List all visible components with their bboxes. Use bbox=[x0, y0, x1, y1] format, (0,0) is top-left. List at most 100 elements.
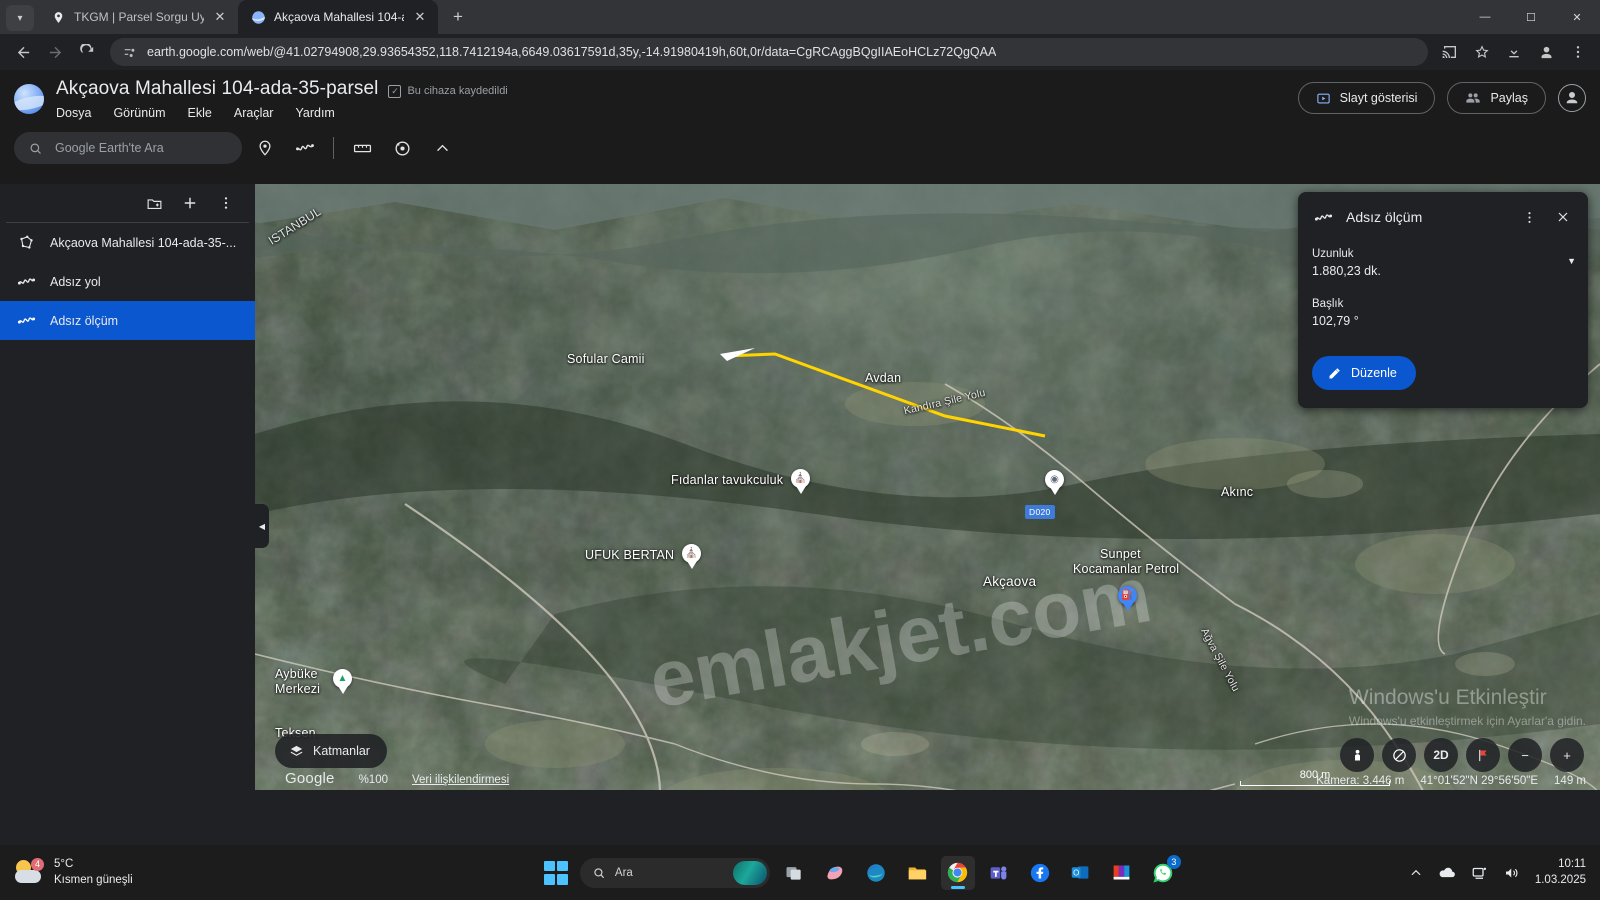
file-explorer-icon[interactable] bbox=[900, 856, 934, 890]
share-button[interactable]: Paylaş bbox=[1447, 82, 1546, 114]
window-controls: — ☐ ✕ bbox=[1462, 0, 1600, 34]
close-window-button[interactable]: ✕ bbox=[1554, 0, 1600, 34]
flag-button[interactable] bbox=[1466, 738, 1500, 772]
checkbox-icon: ✓ bbox=[388, 84, 402, 98]
browser-tab-tkgm[interactable]: TKGM | Parsel Sorgu Uygulama ✕ bbox=[38, 0, 238, 34]
address-bar-url: earth.google.com/web/@41.02794908,29.936… bbox=[147, 45, 997, 59]
cast-icon[interactable] bbox=[1436, 38, 1464, 66]
zoom-in-button[interactable]: + bbox=[1550, 738, 1584, 772]
menu-item-dosya[interactable]: Dosya bbox=[56, 106, 91, 120]
slideshow-button[interactable]: Slayt gösterisi bbox=[1297, 82, 1436, 114]
sidebar-collapse-handle[interactable]: ◀ bbox=[255, 504, 269, 548]
pencil-icon bbox=[1329, 367, 1340, 378]
copilot-icon[interactable] bbox=[818, 856, 852, 890]
poultry-pin[interactable]: ◉ bbox=[1045, 470, 1064, 496]
back-button[interactable] bbox=[8, 37, 38, 67]
data-attribution-link[interactable]: Veri ilişkilendirmesi bbox=[412, 774, 509, 786]
teams-icon[interactable] bbox=[982, 856, 1016, 890]
business-pin[interactable]: ⛪ bbox=[682, 544, 701, 570]
tab-search-icon[interactable]: ▾ bbox=[6, 5, 34, 31]
forward-button[interactable] bbox=[40, 37, 70, 67]
menu-item-gorunum[interactable]: Görünüm bbox=[113, 106, 165, 120]
sidebar-item-adsiz-yol[interactable]: Adsız yol bbox=[0, 262, 255, 301]
compass-reset-button[interactable] bbox=[1382, 738, 1416, 772]
google-earth-logo bbox=[14, 84, 44, 114]
search-icon bbox=[30, 143, 41, 154]
map-label: Merkezi bbox=[275, 682, 321, 696]
sidebar-item-adsiz-olcum[interactable]: Adsız ölçüm bbox=[0, 301, 255, 340]
reload-button[interactable] bbox=[72, 37, 102, 67]
whatsapp-icon[interactable]: 3 bbox=[1146, 854, 1181, 890]
layers-icon bbox=[290, 745, 303, 756]
kebab-menu-icon[interactable] bbox=[1564, 38, 1592, 66]
zoom-out-button[interactable]: − bbox=[1508, 738, 1542, 772]
view-2d-button[interactable]: 2D bbox=[1424, 738, 1458, 772]
street-view-button[interactable] bbox=[1340, 738, 1374, 772]
close-icon[interactable] bbox=[1552, 206, 1574, 228]
park-pin[interactable]: ▲ bbox=[333, 669, 352, 695]
chrome-icon[interactable] bbox=[940, 855, 975, 890]
people-icon bbox=[1466, 93, 1481, 103]
address-bar[interactable]: earth.google.com/web/@41.02794908,29.936… bbox=[110, 38, 1428, 66]
edit-label: Düzenle bbox=[1351, 366, 1397, 380]
tab-strip: ▾ TKGM | Parsel Sorgu Uygulama ✕ Akçaova… bbox=[0, 0, 1600, 34]
search-input[interactable]: Google Earth'te Ara bbox=[14, 132, 242, 164]
menu-item-ekle[interactable]: Ekle bbox=[188, 106, 212, 120]
edit-button[interactable]: Düzenle bbox=[1312, 356, 1416, 390]
notification-badge: 4 bbox=[31, 857, 44, 871]
measure-path-icon bbox=[1312, 206, 1334, 228]
close-icon[interactable]: ✕ bbox=[212, 9, 228, 25]
network-icon[interactable] bbox=[1471, 864, 1489, 882]
kebab-menu-icon[interactable] bbox=[213, 190, 239, 216]
task-view-icon[interactable] bbox=[777, 856, 811, 890]
profile-icon[interactable] bbox=[1532, 38, 1560, 66]
kebab-menu-icon[interactable] bbox=[1518, 206, 1540, 228]
windows-start-icon[interactable] bbox=[539, 856, 573, 890]
menu-bar: Dosya Görünüm Ekle Araçlar Yardım bbox=[56, 106, 508, 120]
permissions-icon[interactable] bbox=[122, 44, 138, 60]
taskbar-clock[interactable]: 10:11 1.03.2025 bbox=[1535, 857, 1586, 888]
browser-tab-google-earth[interactable]: Akçaova Mahallesi 104-ada-35 ✕ bbox=[238, 0, 438, 34]
star-icon[interactable] bbox=[1468, 38, 1496, 66]
download-icon[interactable] bbox=[1500, 38, 1528, 66]
maximize-button[interactable]: ☐ bbox=[1508, 0, 1554, 34]
omnibox-actions bbox=[1436, 38, 1592, 66]
show-hidden-icons-chevron[interactable] bbox=[1409, 866, 1423, 880]
layers-label: Katmanlar bbox=[313, 744, 370, 758]
close-icon[interactable]: ✕ bbox=[412, 9, 428, 25]
search-placeholder: Google Earth'te Ara bbox=[55, 141, 164, 155]
facebook-icon[interactable] bbox=[1023, 856, 1057, 890]
new-folder-icon[interactable] bbox=[141, 190, 167, 216]
outlook-icon[interactable]: O bbox=[1064, 856, 1098, 890]
play-box-icon bbox=[1316, 93, 1330, 103]
field-baslik: Başlık 102,79 ° bbox=[1298, 298, 1588, 328]
map-viewport[interactable]: emlakjet.com ◀ ISTANBUL Sofular Camii Av… bbox=[255, 184, 1600, 790]
draw-path-icon[interactable] bbox=[288, 132, 322, 164]
avatar[interactable] bbox=[1558, 84, 1586, 112]
menu-item-yardim[interactable]: Yardım bbox=[295, 106, 334, 120]
earth-header: Akçaova Mahallesi 104-ada-35-parsel ✓ Bu… bbox=[0, 70, 1600, 126]
gas-station-pin[interactable]: ⛽ bbox=[1118, 586, 1137, 612]
sidebar-item-parcel[interactable]: Akçaova Mahallesi 104-ada-35-... bbox=[0, 223, 255, 262]
add-icon[interactable] bbox=[177, 190, 203, 216]
weather-widget[interactable]: 4 5°C Kısmen güneşli bbox=[0, 857, 310, 888]
taskbar-search-input[interactable]: Ara bbox=[579, 857, 770, 888]
measure-ruler-icon[interactable] bbox=[345, 132, 379, 164]
minimize-button[interactable]: — bbox=[1462, 0, 1508, 34]
caret-down-icon[interactable]: ▼ bbox=[1567, 256, 1576, 266]
menu-item-araclar[interactable]: Araçlar bbox=[234, 106, 274, 120]
place-marker-icon[interactable] bbox=[248, 132, 282, 164]
field-value: 102,79 ° bbox=[1312, 314, 1359, 328]
layers-button[interactable]: Katmanlar bbox=[275, 734, 387, 768]
edge-icon[interactable] bbox=[859, 856, 893, 890]
capture-3d-icon[interactable] bbox=[385, 132, 419, 164]
earth-search-row: Google Earth'te Ara bbox=[0, 126, 1600, 170]
polygon-icon bbox=[16, 234, 36, 251]
new-tab-button[interactable]: + bbox=[444, 3, 472, 31]
saved-label: Bu cihaza kaydedildi bbox=[407, 85, 508, 97]
office-icon[interactable] bbox=[1105, 856, 1139, 890]
volume-icon[interactable] bbox=[1503, 864, 1521, 882]
onedrive-cloud-icon[interactable] bbox=[1437, 863, 1457, 883]
collapse-chevron-icon[interactable] bbox=[425, 132, 459, 164]
mosque-pin[interactable]: ⛪ bbox=[791, 469, 810, 495]
